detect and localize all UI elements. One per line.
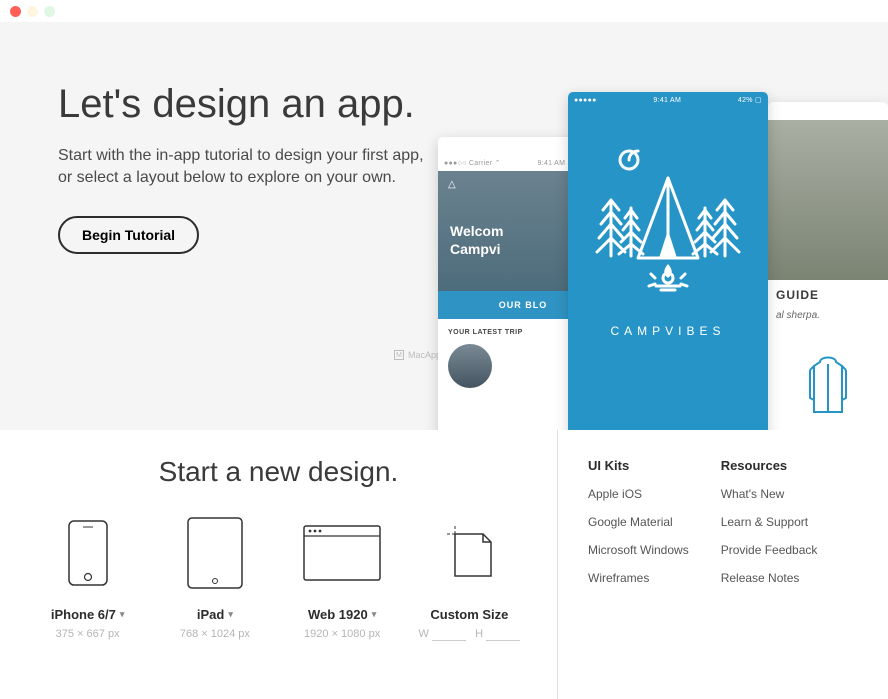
zoom-window-button[interactable] bbox=[44, 6, 55, 17]
lower-section: Start a new design. iPhone 6/7 ▾ 375 × 6… bbox=[0, 430, 888, 699]
chevron-down-icon: ▾ bbox=[372, 609, 377, 620]
resource-link-provide-feedback[interactable]: Provide Feedback bbox=[721, 543, 818, 557]
resources-heading: Resources bbox=[721, 458, 818, 473]
minimize-window-button[interactable] bbox=[27, 6, 38, 17]
height-label: H bbox=[475, 628, 483, 640]
uikits-heading: UI Kits bbox=[588, 458, 689, 473]
chevron-down-icon: ▾ bbox=[228, 609, 233, 620]
device-dims: 375 × 667 px bbox=[28, 628, 148, 640]
uikit-link-google-material[interactable]: Google Material bbox=[588, 515, 689, 529]
mockup-guide-sub: al sherpa. bbox=[768, 310, 888, 332]
device-label: iPad ▾ bbox=[197, 607, 233, 622]
avatar bbox=[448, 344, 492, 388]
start-new-design-title: Start a new design. bbox=[0, 456, 557, 488]
hero-subtitle: Start with the in-app tutorial to design… bbox=[58, 145, 428, 190]
device-dims: 1920 × 1080 px bbox=[282, 628, 402, 640]
uikits-column: UI Kits Apple iOS Google Material Micros… bbox=[588, 458, 689, 699]
mockup-battery: 42% ▢ bbox=[738, 96, 762, 104]
width-label: W bbox=[419, 628, 429, 640]
mockup-time-2: 9:41 AM bbox=[653, 97, 681, 104]
mockup-cluster: GUIDE al sherpa. ●●●○○ Carrier ⌃ 9:41 AM… bbox=[438, 82, 888, 430]
mockup-welcome-line1: Welcom bbox=[450, 223, 503, 239]
jacket-icon bbox=[800, 352, 856, 422]
resource-link-whats-new[interactable]: What's New bbox=[721, 487, 818, 501]
device-label: Custom Size bbox=[430, 607, 508, 622]
resource-link-learn-support[interactable]: Learn & Support bbox=[721, 515, 818, 529]
custom-height-field[interactable] bbox=[486, 628, 520, 641]
campvibes-illustration-icon bbox=[583, 138, 753, 308]
chevron-down-icon: ▾ bbox=[120, 609, 125, 620]
uikit-link-apple-ios[interactable]: Apple iOS bbox=[588, 487, 689, 501]
close-window-button[interactable] bbox=[10, 6, 21, 17]
device-option-iphone[interactable]: iPhone 6/7 ▾ 375 × 667 px bbox=[28, 518, 148, 641]
uikit-link-wireframes[interactable]: Wireframes bbox=[588, 571, 689, 585]
device-label: Web 1920 ▾ bbox=[308, 607, 376, 622]
mockup-guide: GUIDE al sherpa. bbox=[768, 102, 888, 430]
mockup-carrier: ●●●○○ Carrier ⌃ bbox=[444, 159, 501, 167]
begin-tutorial-button[interactable]: Begin Tutorial bbox=[58, 216, 199, 254]
resource-link-release-notes[interactable]: Release Notes bbox=[721, 571, 818, 585]
mockup-campvibes: ●●●●● 9:41 AM 42% ▢ bbox=[568, 92, 768, 430]
browser-window-icon bbox=[303, 525, 381, 581]
window-titlebar bbox=[0, 0, 888, 22]
uikit-link-microsoft-windows[interactable]: Microsoft Windows bbox=[588, 543, 689, 557]
mockup-guide-title: GUIDE bbox=[768, 280, 888, 310]
hero-section: Let's design an app. Start with the in-a… bbox=[0, 22, 888, 430]
device-option-web[interactable]: Web 1920 ▾ 1920 × 1080 px bbox=[282, 518, 402, 641]
device-label: iPhone 6/7 ▾ bbox=[51, 607, 125, 622]
iphone-icon bbox=[68, 520, 108, 586]
mockup-brand: CAMPVIBES bbox=[610, 324, 725, 338]
device-option-ipad[interactable]: iPad ▾ 768 × 1024 px bbox=[155, 518, 275, 641]
tent-icon: △ bbox=[448, 179, 456, 190]
ipad-icon bbox=[187, 517, 243, 589]
hero-title: Let's design an app. bbox=[58, 82, 428, 127]
device-option-custom[interactable]: Custom Size W H bbox=[409, 518, 529, 641]
mockup-welcome-line2: Campvi bbox=[450, 241, 501, 257]
custom-width-field[interactable] bbox=[432, 628, 466, 641]
mockup-time: 9:41 AM bbox=[538, 160, 566, 167]
resources-column: Resources What's New Learn & Support Pro… bbox=[721, 458, 818, 699]
device-dims: 768 × 1024 px bbox=[155, 628, 275, 640]
custom-size-icon bbox=[443, 524, 495, 582]
